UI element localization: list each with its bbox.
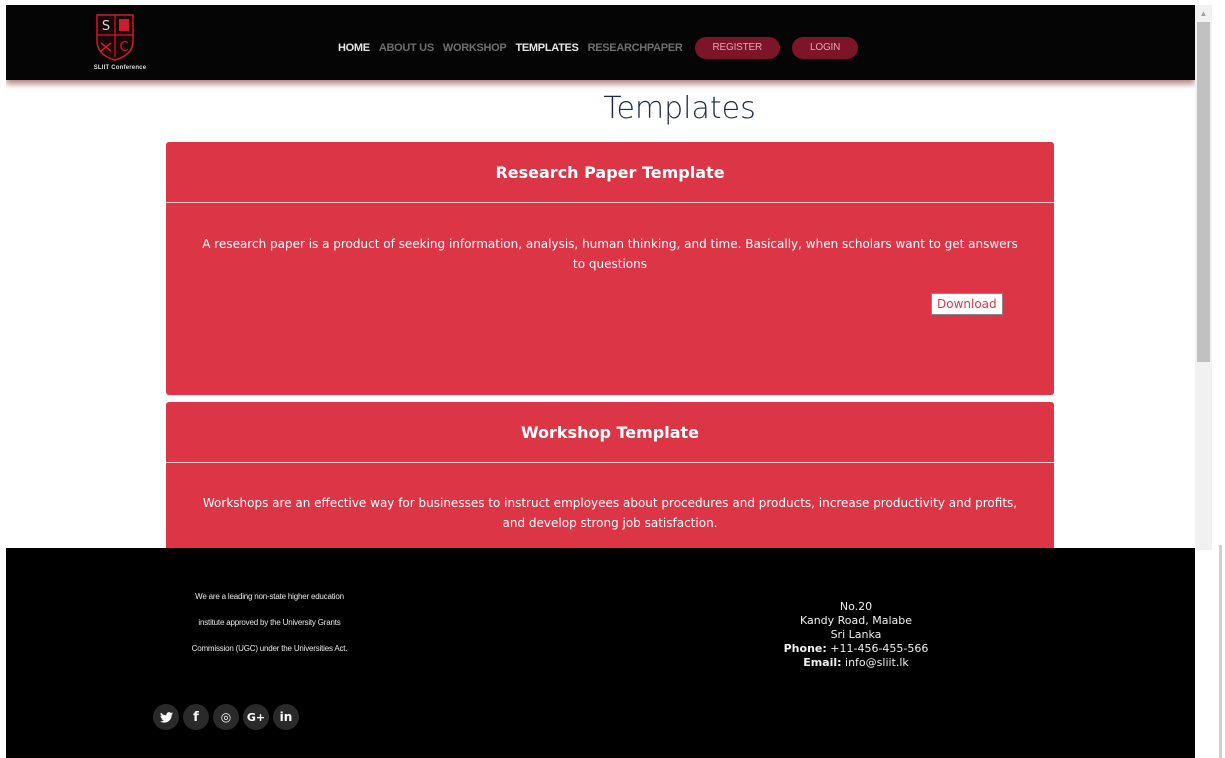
social-links: f ◎ G+ in (153, 704, 299, 730)
footer-contact: No.20 Kandy Road, Malabe Sri Lanka Phone… (746, 600, 966, 670)
logo-letter-s: S (102, 19, 110, 34)
footer-about: We are a leading non-state higher educat… (162, 584, 377, 662)
window-edge (1219, 545, 1222, 758)
google-plus-icon[interactable]: G+ (243, 704, 269, 730)
logo-letter-c: C (119, 40, 128, 55)
card-title: Research Paper Template (166, 142, 1054, 203)
login-button[interactable]: LOGIN (792, 37, 859, 59)
nav-home[interactable]: HOME (338, 42, 370, 54)
email-row: Email: info@sliit.lk (746, 656, 966, 670)
twitter-icon[interactable] (153, 704, 179, 730)
linkedin-icon[interactable]: in (273, 704, 299, 730)
footer-about-line: Commission (UGC) under the Universities … (191, 644, 348, 653)
phone-row: Phone: +11-456-455-566 (746, 642, 966, 656)
research-paper-card: Research Paper Template A research paper… (166, 142, 1054, 395)
phone-label: Phone: (783, 642, 827, 655)
logo-text: SLIIT Conference (93, 65, 147, 71)
footer-about-line: institute approved by the University Gra… (198, 618, 341, 627)
card-description: A research paper is a product of seeking… (202, 237, 1018, 271)
footer-about-line: We are a leading non-state higher educat… (195, 592, 344, 601)
nav-links: HOME ABOUT US WORKSHOP TEMPLATES RESEARC… (338, 33, 859, 63)
email-label: Email: (803, 656, 842, 669)
card-title: Workshop Template (166, 402, 1054, 463)
site-logo[interactable]: S C SLIIT Conference (80, 11, 160, 77)
footer: We are a leading non-state higher educat… (6, 548, 1195, 758)
scrollbar-thumb[interactable] (1197, 22, 1210, 362)
address-line: No.20 (839, 600, 873, 613)
workshop-card: Workshop Template Workshops are an effec… (166, 402, 1054, 562)
register-button[interactable]: REGISTER (694, 37, 781, 59)
vertical-scrollbar[interactable]: ▲ (1195, 5, 1212, 550)
scroll-up-arrow-icon[interactable]: ▲ (1195, 5, 1212, 22)
navbar: S C SLIIT Conference HOME ABOUT US WORKS… (6, 5, 1195, 80)
nav-researchpaper[interactable]: RESEARCHPAPER (588, 42, 683, 54)
nav-templates[interactable]: TEMPLATES (515, 42, 578, 54)
instagram-icon[interactable]: ◎ (213, 704, 239, 730)
card-description: Workshops are an effective way for busin… (202, 496, 1018, 530)
address-line: Sri Lanka (830, 628, 882, 641)
address-line: Kandy Road, Malabe (799, 614, 913, 627)
nav-about-us[interactable]: ABOUT US (379, 42, 434, 54)
facebook-icon[interactable]: f (183, 704, 209, 730)
email-address[interactable]: info@sliit.lk (842, 656, 909, 669)
shield-logo-icon: S C (96, 14, 134, 61)
browser-viewport: S C SLIIT Conference HOME ABOUT US WORKS… (6, 5, 1195, 758)
page-title: Templates (603, 91, 756, 126)
download-button[interactable]: Download (931, 293, 1003, 315)
nav-workshop[interactable]: WORKSHOP (443, 42, 507, 54)
phone-number: +11-456-455-566 (826, 642, 929, 655)
